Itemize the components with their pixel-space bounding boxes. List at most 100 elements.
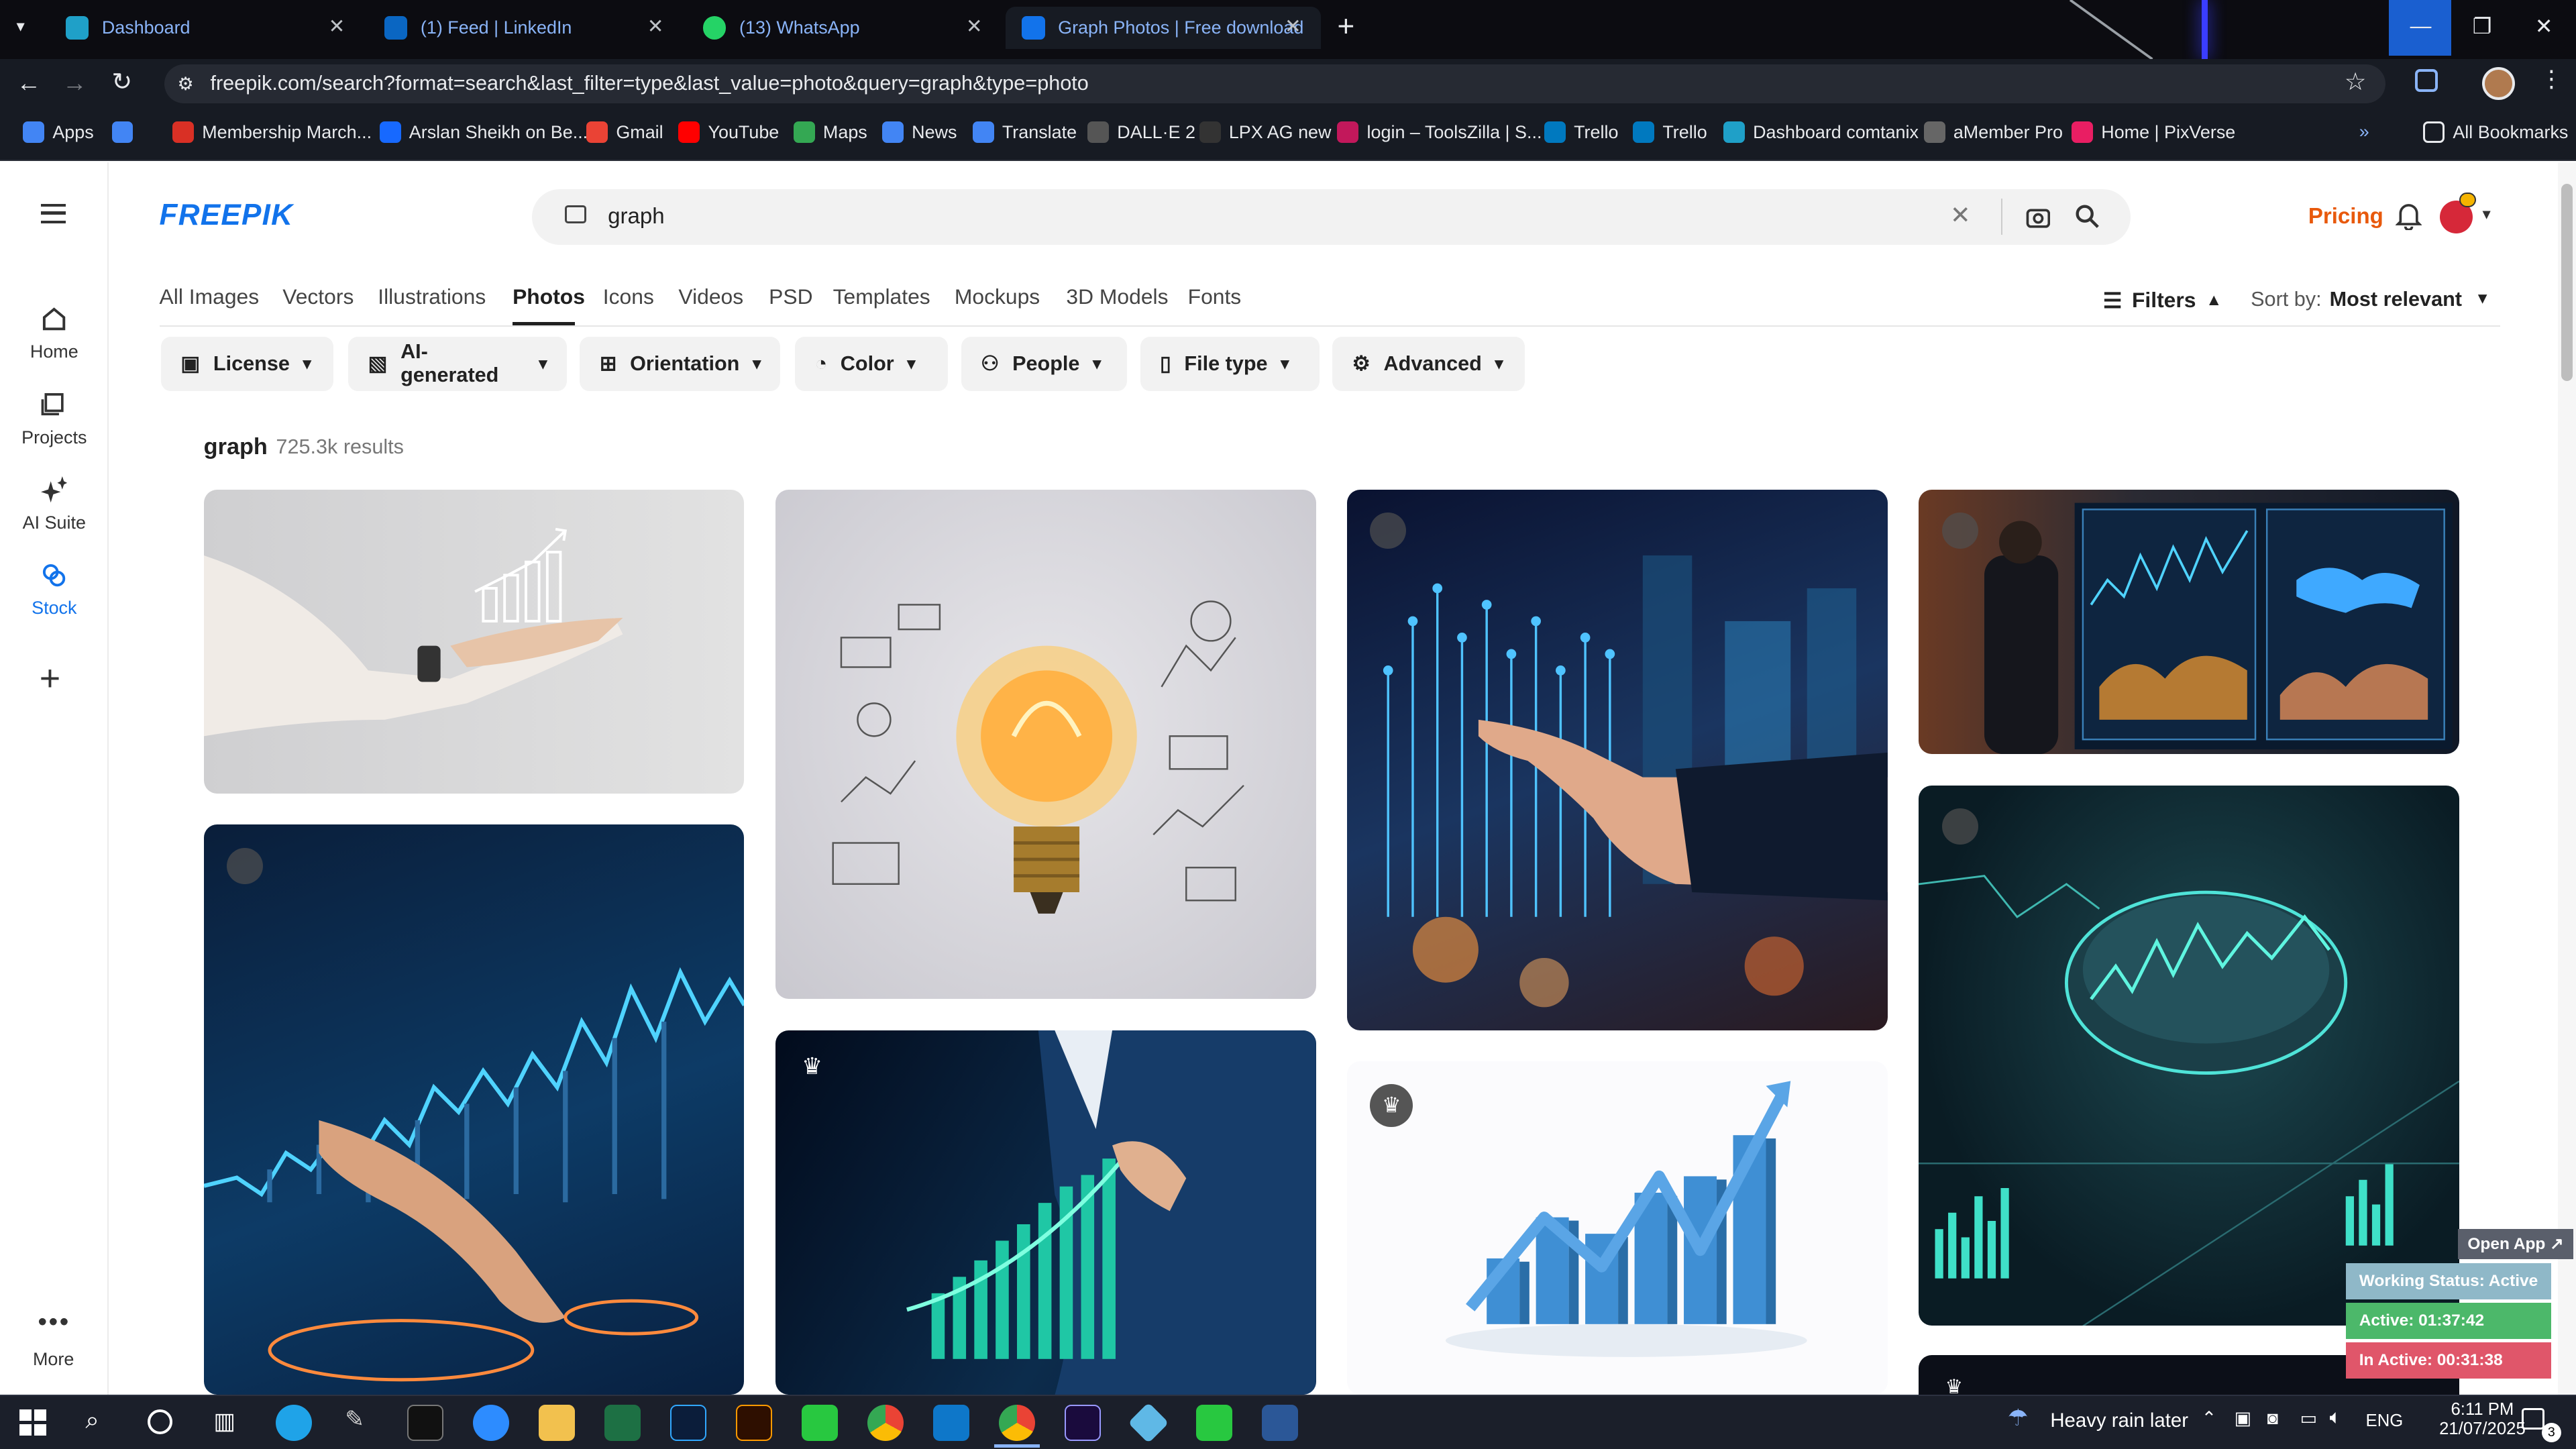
- bookmark-translate[interactable]: Translate: [972, 121, 1077, 144]
- bookmark-membership[interactable]: Membership March...: [172, 121, 372, 144]
- more-dots-icon[interactable]: •••: [38, 1307, 70, 1337]
- restore-icon[interactable]: ❐: [2473, 13, 2492, 39]
- browser-tab-dashboard[interactable]: Dashboard ✕: [49, 7, 364, 50]
- add-icon[interactable]: +: [40, 657, 60, 699]
- photo-card-man-viewing-dashboards[interactable]: [1919, 489, 2460, 755]
- minimize-icon[interactable]: —: [2410, 13, 2432, 38]
- color-filter[interactable]: ◔ Color ▾: [795, 337, 949, 391]
- taskbar-search-icon[interactable]: ⌕: [85, 1406, 99, 1435]
- people-filter[interactable]: ⚇ People ▾: [961, 337, 1127, 391]
- photo-card-finger-stock-chart[interactable]: [203, 824, 745, 1395]
- bookmark-behance[interactable]: Arslan Sheikh on Be...: [379, 121, 588, 144]
- sidebar-item-projects[interactable]: Projects: [0, 391, 109, 448]
- green-app-2-icon[interactable]: [1195, 1404, 1232, 1441]
- site-info-icon[interactable]: ⚙: [177, 74, 193, 95]
- file-type-filter[interactable]: ▯ File type ▾: [1140, 337, 1320, 391]
- file-explorer-icon[interactable]: [539, 1404, 576, 1441]
- windows-start-icon[interactable]: [19, 1409, 46, 1436]
- chrome-app-icon[interactable]: [867, 1404, 904, 1441]
- illustrator-app-icon[interactable]: [736, 1404, 773, 1441]
- photo-card-hand-touching-chart-city[interactable]: [1347, 489, 1888, 1030]
- bookmark-amember[interactable]: aMember Pro: [1923, 121, 2063, 144]
- filters-toggle[interactable]: ☰ Filters ▲: [2103, 288, 2222, 313]
- tab-3d-models[interactable]: 3D Models: [1066, 284, 1168, 309]
- close-tab-icon[interactable]: ✕: [1285, 15, 1301, 38]
- bookmark-trello-1[interactable]: Trello: [1544, 121, 1618, 144]
- tab-illustrations[interactable]: Illustrations: [378, 284, 486, 309]
- tab-photos[interactable]: Photos: [513, 284, 585, 309]
- notification-center-icon[interactable]: [2522, 1407, 2545, 1430]
- tab-templates[interactable]: Templates: [833, 284, 930, 309]
- browser-tab-freepik[interactable]: Graph Photos | Free download ✕: [1005, 6, 1321, 50]
- language-indicator[interactable]: ENG: [2366, 1411, 2404, 1431]
- tab-mockups[interactable]: Mockups: [955, 284, 1040, 309]
- sidebar-item-stock[interactable]: Stock: [0, 562, 109, 619]
- bookmark-news[interactable]: News: [882, 121, 957, 144]
- clock[interactable]: 6:11 PM 21/07/2025: [2432, 1400, 2534, 1439]
- more-bookmarks-chevron-icon[interactable]: »: [2359, 121, 2369, 142]
- new-tab-plus-icon[interactable]: +: [1337, 10, 1354, 44]
- extensions-icon[interactable]: [2415, 68, 2438, 93]
- edge-app-icon[interactable]: [276, 1404, 313, 1441]
- cortana-icon[interactable]: [148, 1409, 173, 1434]
- url-bar[interactable]: freepik.com/search?format=search&last_fi…: [164, 64, 2385, 104]
- photo-card-3d-bar-chart[interactable]: ♛: [1347, 1061, 1888, 1395]
- vscode-app-icon[interactable]: [933, 1404, 969, 1441]
- pen-app-icon[interactable]: ✎: [345, 1406, 364, 1433]
- chrome-active-app-icon[interactable]: [998, 1404, 1035, 1441]
- reload-icon[interactable]: ↻: [112, 67, 133, 96]
- advanced-filter[interactable]: ⚙ Advanced ▾: [1332, 337, 1525, 391]
- excel-app-icon[interactable]: [604, 1404, 641, 1441]
- word-app-icon[interactable]: [1261, 1404, 1298, 1441]
- camera-search-icon[interactable]: [2026, 205, 2051, 228]
- orientation-filter[interactable]: ⊞ Orientation ▾: [580, 337, 781, 391]
- close-window-icon[interactable]: ✕: [2535, 13, 2553, 39]
- bookmark-gmail[interactable]: Gmail: [586, 121, 663, 144]
- bookmark-lpx[interactable]: LPX AG new: [1199, 121, 1331, 144]
- tab-icons[interactable]: Icons: [603, 284, 654, 309]
- scrollbar-thumb[interactable]: [2561, 184, 2573, 382]
- terminal-app-icon[interactable]: [407, 1404, 444, 1441]
- volume-icon[interactable]: 🔈︎: [2330, 1406, 2342, 1429]
- photo-card-lightbulb-sketches[interactable]: [775, 489, 1316, 999]
- photoshop-app-icon[interactable]: [670, 1404, 707, 1441]
- license-filter[interactable]: ▣ License ▾: [161, 337, 334, 391]
- bookmark-pixverse[interactable]: Home | PixVerse: [2072, 121, 2235, 144]
- all-bookmarks[interactable]: All Bookmarks: [2423, 121, 2568, 144]
- browser-menu-icon[interactable]: ⋮: [2540, 66, 2563, 93]
- tab-fonts[interactable]: Fonts: [1188, 284, 1242, 309]
- freepik-logo[interactable]: FREEPIK: [160, 199, 294, 232]
- search-icon[interactable]: [2075, 204, 2100, 229]
- premiere-app-icon[interactable]: [1064, 1404, 1101, 1441]
- back-arrow-icon[interactable]: ←: [16, 69, 41, 97]
- hamburger-menu-icon[interactable]: [41, 203, 66, 224]
- ai-generated-filter[interactable]: ▧ AI-generated ▾: [348, 337, 567, 391]
- clear-search-icon[interactable]: ✕: [1950, 201, 1971, 229]
- bookmark-toolszilla[interactable]: login – ToolsZilla | S...: [1337, 121, 1542, 144]
- sidebar-more-label[interactable]: More: [33, 1349, 74, 1370]
- bookmark-dalle[interactable]: DALL·E 2: [1087, 121, 1195, 144]
- bookmark-grid-icon[interactable]: [111, 121, 133, 144]
- bookmark-trello-2[interactable]: Trello: [1633, 121, 1707, 144]
- bookmark-maps[interactable]: Maps: [793, 121, 867, 144]
- sidebar-item-ai-suite[interactable]: AI Suite: [0, 476, 109, 533]
- photo-card-hand-holding-graph[interactable]: [203, 489, 745, 794]
- bookmark-star-icon[interactable]: ☆: [2345, 67, 2367, 96]
- bookmark-apps[interactable]: Apps: [23, 121, 94, 144]
- close-tab-icon[interactable]: ✕: [966, 15, 983, 38]
- zoom-app-icon[interactable]: [473, 1404, 510, 1441]
- search-input[interactable]: graph: [608, 204, 665, 229]
- weather-text[interactable]: Heavy rain later: [2050, 1409, 2188, 1432]
- tab-psd[interactable]: PSD: [769, 284, 812, 309]
- tab-vectors[interactable]: Vectors: [282, 284, 354, 309]
- tab-search-chevron-icon[interactable]: ▾: [16, 16, 24, 36]
- account-chevron-down-icon[interactable]: ▾: [2482, 204, 2490, 224]
- browser-tab-whatsapp[interactable]: (13) WhatsApp ✕: [687, 7, 1002, 50]
- sort-dropdown[interactable]: Most relevant ▾: [2330, 288, 2487, 311]
- tab-all-images[interactable]: All Images: [160, 284, 260, 309]
- sidebar-item-home[interactable]: Home: [0, 306, 109, 363]
- photo-card-businessman-drawing-chart[interactable]: ♛: [775, 1030, 1316, 1395]
- pricing-link[interactable]: Pricing: [2308, 204, 2383, 229]
- tray-app-icon[interactable]: ▣: [2235, 1408, 2251, 1429]
- close-tab-icon[interactable]: ✕: [329, 15, 345, 38]
